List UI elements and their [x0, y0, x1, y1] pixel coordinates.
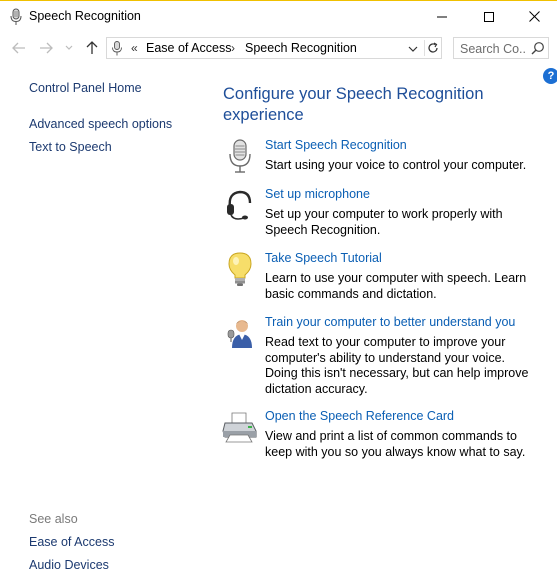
lightbulb-icon — [228, 252, 252, 286]
task-description: Read text to your computer to improve yo… — [265, 335, 529, 396]
navigation-bar: « Ease of Access › Speech Recognition — [0, 32, 557, 64]
address-bar[interactable]: « Ease of Access › Speech Recognition — [106, 37, 442, 59]
task-description: Start using your voice to control your c… — [265, 158, 527, 172]
printer-icon — [222, 412, 257, 443]
headset-icon — [227, 190, 252, 220]
maximize-button[interactable] — [466, 1, 512, 32]
microphone-icon — [112, 41, 122, 56]
control-panel-home-link[interactable]: Control Panel Home — [29, 81, 142, 95]
refresh-button[interactable] — [424, 40, 440, 56]
chevron-down-icon — [408, 46, 418, 52]
back-button[interactable] — [9, 38, 29, 58]
minimize-icon — [437, 16, 447, 17]
arrow-left-icon — [12, 42, 25, 54]
address-dropdown-button[interactable] — [406, 41, 420, 56]
set-up-microphone-link[interactable]: Set up microphone — [265, 187, 370, 201]
page-title: Configure your Speech Recognition experi… — [223, 85, 484, 124]
minimize-button[interactable] — [419, 1, 465, 32]
train-computer-link[interactable]: Train your computer to better understand… — [265, 315, 515, 329]
microphone-icon — [229, 139, 251, 173]
recent-locations-button[interactable] — [62, 38, 76, 58]
help-icon[interactable]: ? — [543, 68, 557, 84]
arrow-up-icon — [86, 41, 98, 54]
audio-devices-link[interactable]: Audio Devices — [29, 558, 109, 572]
take-speech-tutorial-link[interactable]: Take Speech Tutorial — [265, 251, 382, 265]
up-button[interactable] — [82, 38, 102, 58]
advanced-speech-options-link[interactable]: Advanced speech options — [29, 117, 172, 131]
refresh-icon — [427, 42, 438, 53]
breadcrumb-ease-of-access[interactable]: Ease of Access — [146, 41, 231, 55]
ease-of-access-link[interactable]: Ease of Access — [29, 535, 114, 549]
task-description: Learn to use your computer with speech. … — [265, 271, 527, 301]
forward-button[interactable] — [36, 38, 56, 58]
chevron-down-icon — [65, 45, 73, 50]
close-icon — [528, 11, 540, 22]
task-description: Set up your computer to work properly wi… — [265, 207, 503, 237]
breadcrumb-separator[interactable]: › — [231, 41, 235, 55]
search-input[interactable] — [460, 41, 526, 56]
see-also-heading: See also — [29, 512, 78, 526]
maximize-icon — [484, 11, 494, 22]
arrow-right-icon — [40, 42, 53, 54]
microphone-icon — [10, 8, 22, 25]
task-description: View and print a list of common commands… — [265, 429, 526, 459]
start-speech-recognition-link[interactable]: Start Speech Recognition — [265, 138, 407, 152]
user-train-icon — [227, 320, 252, 348]
open-speech-reference-card-link[interactable]: Open the Speech Reference Card — [265, 409, 454, 423]
window-title: Speech Recognition — [29, 9, 141, 23]
text-to-speech-link[interactable]: Text to Speech — [29, 140, 112, 154]
search-icon — [531, 42, 544, 55]
breadcrumb-overflow[interactable]: « — [131, 41, 138, 55]
close-button[interactable] — [511, 1, 557, 32]
breadcrumb-speech-recognition[interactable]: Speech Recognition — [245, 41, 357, 55]
title-bar: Speech Recognition — [0, 0, 557, 32]
search-box[interactable] — [453, 37, 549, 59]
